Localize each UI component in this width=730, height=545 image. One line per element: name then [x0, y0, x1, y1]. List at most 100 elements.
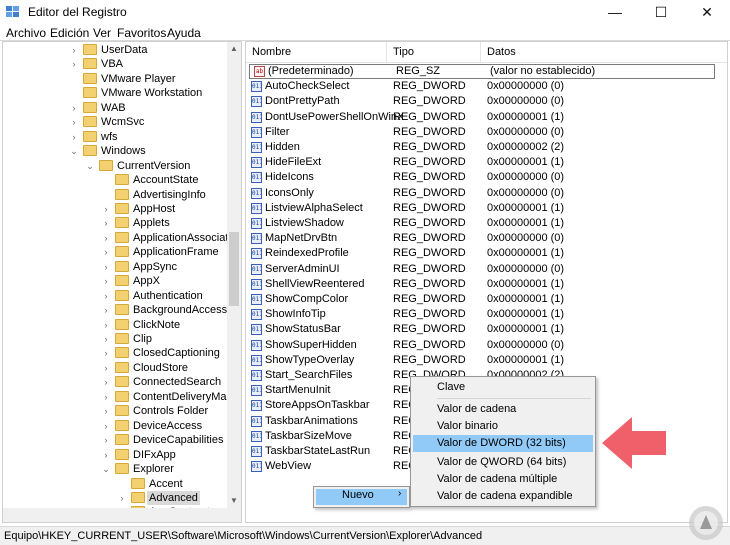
tree-item[interactable]: › ClickNote	[3, 318, 227, 332]
column-header-name[interactable]: Nombre	[246, 42, 387, 62]
chevron-right-icon[interactable]: ›	[101, 375, 111, 389]
tree-item[interactable]: › ClosedCaptioning	[3, 346, 227, 360]
scroll-thumb[interactable]	[229, 232, 239, 306]
chevron-right-icon[interactable]: ›	[101, 390, 111, 404]
chevron-right-icon[interactable]: ›	[101, 346, 111, 360]
value-row[interactable]: 011 ListviewShadow REG_DWORD 0x00000001 (1)	[246, 216, 727, 231]
value-row[interactable]: 011 AutoCheckSelect REG_DWORD 0x00000000 (0…	[246, 79, 727, 94]
submenu-item[interactable]: Valor de cadena	[413, 401, 593, 418]
submenu-item[interactable]: Valor de cadena expandible	[413, 488, 593, 505]
tree-item[interactable]: › DeviceAccess	[3, 419, 227, 433]
chevron-down-icon[interactable]: ⌄	[85, 159, 95, 173]
value-row[interactable]: 011 IconsOnly REG_DWORD 0x00000000 (0)	[246, 186, 727, 201]
tree-item[interactable]: ⌄ Windows	[3, 144, 227, 158]
tree-item[interactable]: › Applets	[3, 216, 227, 230]
tree-item[interactable]: › DIFxApp	[3, 448, 227, 462]
menu-favoritos[interactable]: Favoritos	[117, 26, 166, 40]
chevron-down-icon[interactable]: ⌄	[69, 144, 79, 158]
value-row[interactable]: 011 Hidden REG_DWORD 0x00000002 (2)	[246, 140, 727, 155]
submenu-item[interactable]: Valor de QWORD (64 bits)	[413, 454, 593, 471]
tree-item[interactable]: ⌄ CurrentVersion	[3, 159, 227, 173]
value-row[interactable]: 011 Filter REG_DWORD 0x00000000 (0)	[246, 125, 727, 140]
value-row[interactable]: 011 ServerAdminUI REG_DWORD 0x00000000 (0)	[246, 262, 727, 277]
tree-item[interactable]: › UserData	[3, 43, 227, 57]
menu-edicion[interactable]: Edición	[50, 26, 89, 40]
close-button[interactable]: ✕	[684, 0, 730, 24]
chevron-right-icon[interactable]: ›	[117, 491, 127, 505]
tree-item[interactable]: › Advanced	[3, 490, 227, 505]
chevron-right-icon[interactable]: ›	[101, 361, 111, 375]
tree-item[interactable]: AdvertisingInfo	[3, 188, 227, 202]
chevron-right-icon[interactable]: ›	[101, 332, 111, 346]
chevron-right-icon[interactable]: ›	[101, 231, 111, 245]
chevron-right-icon[interactable]: ›	[101, 289, 111, 303]
chevron-right-icon[interactable]: ›	[101, 216, 111, 230]
submenu-item[interactable]: Valor de DWORD (32 bits)	[413, 435, 593, 452]
tree-item[interactable]: › Authentication	[3, 289, 227, 303]
value-row[interactable]: 011 ShowCompColor REG_DWORD 0x00000001 (1)	[246, 292, 727, 307]
submenu-item[interactable]: Valor de cadena múltiple	[413, 471, 593, 488]
tree-item[interactable]: › ConnectedSearch	[3, 375, 227, 389]
value-row[interactable]: 011 MapNetDrvBtn REG_DWORD 0x00000000 (0)	[246, 231, 727, 246]
chevron-right-icon[interactable]: ›	[69, 101, 79, 115]
tree-item[interactable]: › DeviceCapabilities	[3, 433, 227, 447]
minimize-button[interactable]: —	[592, 0, 638, 24]
chevron-right-icon[interactable]: ›	[101, 404, 111, 418]
chevron-right-icon[interactable]: ›	[101, 260, 111, 274]
chevron-down-icon[interactable]: ⌄	[101, 462, 111, 476]
menu-ver[interactable]: Ver	[93, 26, 111, 40]
value-row[interactable]: 011 ShellViewReentered REG_DWORD 0x00000001…	[246, 277, 727, 292]
maximize-button[interactable]: ☐	[638, 0, 684, 24]
chevron-right-icon[interactable]: ›	[101, 448, 111, 462]
tree-item[interactable]: › BackgroundAccessAppl	[3, 303, 241, 317]
value-row[interactable]: 011 ShowSuperHidden REG_DWORD 0x00000000 (0…	[246, 338, 727, 353]
tree-item[interactable]: VMware Workstation	[3, 86, 227, 100]
value-row[interactable]: 011 ShowInfoTip REG_DWORD 0x00000001 (1)	[246, 307, 727, 322]
chevron-right-icon[interactable]: ›	[69, 43, 79, 57]
tree-item[interactable]: › AppHost	[3, 202, 227, 216]
chevron-right-icon[interactable]: ›	[101, 433, 111, 447]
value-row[interactable]: 011 ListviewAlphaSelect REG_DWORD 0x0000000…	[246, 201, 727, 216]
chevron-right-icon[interactable]: ›	[69, 57, 79, 71]
tree-item[interactable]: AccountState	[3, 173, 227, 187]
value-row[interactable]: 011 ShowTypeOverlay REG_DWORD 0x00000001 (1…	[246, 353, 727, 368]
value-row[interactable]: 011 HideIcons REG_DWORD 0x00000000 (0)	[246, 170, 727, 185]
submenu-item[interactable]: Clave	[413, 379, 593, 396]
chevron-right-icon[interactable]: ›	[101, 303, 111, 317]
value-row[interactable]: 011 ReindexedProfile REG_DWORD 0x00000001 (…	[246, 246, 727, 261]
chevron-right-icon[interactable]: ›	[101, 419, 111, 433]
chevron-right-icon[interactable]: ›	[101, 202, 111, 216]
menu-ayuda[interactable]: Ayuda	[167, 26, 201, 40]
tree-item[interactable]: VMware Player	[3, 72, 227, 86]
value-row[interactable]: 011 ShowStatusBar REG_DWORD 0x00000001 (1)	[246, 322, 727, 337]
tree-item[interactable]: › ContentDeliveryManage	[3, 390, 241, 404]
tree-item[interactable]: Accent	[3, 477, 227, 491]
scroll-up-icon[interactable]: ▲	[227, 42, 241, 56]
tree-item[interactable]: › ApplicationAssociationT	[3, 231, 241, 245]
column-header-type[interactable]: Tipo	[387, 42, 481, 62]
tree-item[interactable]: › CloudStore	[3, 361, 227, 375]
value-row[interactable]: 011 DontUsePowerShellOnWinX REG_DWORD 0x000…	[246, 110, 727, 125]
chevron-right-icon[interactable]: ›	[69, 115, 79, 129]
chevron-right-icon[interactable]: ›	[69, 130, 79, 144]
tree-item[interactable]: › WcmSvc	[3, 115, 227, 129]
chevron-right-icon[interactable]: ›	[101, 274, 111, 288]
column-header-data[interactable]: Datos	[481, 42, 727, 62]
scroll-down-icon[interactable]: ▼	[227, 494, 241, 508]
key-tree[interactable]: › UserData › VBA VMware Player VMware Worksta…	[2, 41, 242, 523]
tree-item[interactable]: › wfs	[3, 130, 227, 144]
value-row[interactable]: 011 DontPrettyPath REG_DWORD 0x00000000 (0)	[246, 94, 727, 109]
tree-item[interactable]: › WAB	[3, 101, 227, 115]
tree-horizontal-scrollbar[interactable]	[3, 508, 229, 522]
menu-archivo[interactable]: Archivo	[6, 26, 46, 40]
tree-item[interactable]: › AppX	[3, 274, 227, 288]
tree-item[interactable]: › Clip	[3, 332, 227, 346]
tree-item[interactable]: › AppSync	[3, 260, 227, 274]
submenu-item[interactable]: Valor binario	[413, 418, 593, 435]
tree-item[interactable]: › VBA	[3, 57, 227, 71]
value-row[interactable]: ab (Predeterminado) REG_SZ (valor no establ…	[249, 64, 715, 79]
tree-item[interactable]: ⌄ Explorer	[3, 462, 227, 476]
chevron-right-icon[interactable]: ›	[101, 318, 111, 332]
tree-item[interactable]: › Controls Folder	[3, 404, 227, 418]
tree-vertical-scrollbar[interactable]: ▲ ▼	[227, 42, 241, 522]
